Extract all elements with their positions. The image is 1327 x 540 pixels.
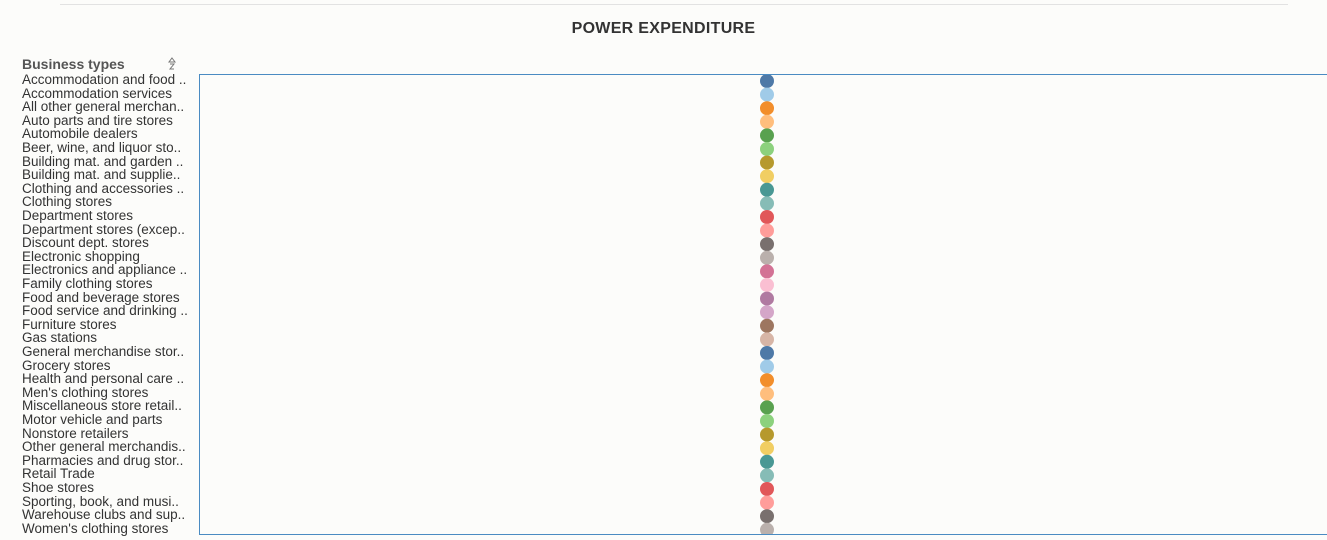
row-label[interactable]: Sporting, book, and musi.. [22,495,198,509]
row-label[interactable]: Retail Trade [22,467,198,481]
data-point[interactable] [760,495,774,510]
row-label[interactable]: Grocery stores [22,359,198,373]
data-point[interactable] [760,454,774,469]
data-point[interactable] [760,182,774,197]
data-point[interactable] [760,318,774,333]
row-label[interactable]: Department stores (excep.. [22,223,198,237]
plot-area [199,74,1327,535]
row-label[interactable]: General merchandise stor.. [22,345,198,359]
row-label[interactable]: Food and beverage stores [22,291,198,305]
data-point[interactable] [760,250,774,265]
data-point[interactable] [760,264,774,279]
data-point[interactable] [760,196,774,211]
row-header-business-types[interactable]: Business types [22,56,125,72]
row-label[interactable]: Men's clothing stores [22,386,198,400]
row-label[interactable]: Building mat. and supplie.. [22,168,198,182]
data-point[interactable] [760,210,774,224]
row-label[interactable]: Department stores [22,209,198,223]
chart-title: POWER EXPENDITURE [571,20,756,37]
data-point[interactable] [760,114,774,129]
row-label[interactable]: Nonstore retailers [22,427,198,441]
row-label[interactable]: Motor vehicle and parts [22,413,198,427]
row-label[interactable]: Food service and drinking .. [22,304,198,318]
data-point[interactable] [760,291,774,306]
row-label[interactable]: Accommodation and food .. [22,73,198,87]
top-divider [60,4,1288,5]
row-label[interactable]: Shoe stores [22,481,198,495]
row-label[interactable]: Pharmacies and drug stor.. [22,454,198,468]
row-label[interactable]: Electronics and appliance .. [22,263,198,277]
data-point[interactable] [760,305,774,320]
data-point[interactable] [760,237,774,252]
row-label[interactable]: Women's clothing stores [22,522,198,536]
data-point[interactable] [760,346,774,360]
data-point[interactable] [760,427,774,442]
data-point[interactable] [760,373,774,388]
data-point[interactable] [760,142,774,156]
data-point[interactable] [760,414,774,428]
row-label[interactable]: Warehouse clubs and sup.. [22,508,198,522]
row-label[interactable]: Health and personal care .. [22,372,198,386]
data-point[interactable] [760,522,774,534]
row-label[interactable]: Other general merchandis.. [22,440,198,454]
row-label[interactable]: Electronic shopping [22,250,198,264]
data-point[interactable] [760,101,774,116]
row-label[interactable]: Auto parts and tire stores [22,114,198,128]
row-label[interactable]: Accommodation services [22,87,198,101]
data-point[interactable] [760,468,774,483]
data-point[interactable] [760,278,774,292]
data-point[interactable] [760,128,774,143]
data-point[interactable] [760,332,774,347]
data-point[interactable] [760,386,774,401]
data-point[interactable] [760,155,774,170]
row-label[interactable]: Clothing and accessories .. [22,182,198,196]
dot-plot [760,75,774,534]
data-point[interactable] [760,87,774,102]
data-point[interactable] [760,75,774,88]
data-point[interactable] [760,400,774,415]
row-label[interactable]: Automobile dealers [22,127,198,141]
row-label[interactable]: Discount dept. stores [22,236,198,250]
data-point[interactable] [760,482,774,496]
row-label[interactable]: Gas stations [22,331,198,345]
row-label[interactable]: Furniture stores [22,318,198,332]
row-label[interactable]: Clothing stores [22,195,198,209]
row-label[interactable]: Family clothing stores [22,277,198,291]
data-point[interactable] [760,359,774,374]
row-label[interactable]: Building mat. and garden .. [22,155,198,169]
row-label[interactable]: Beer, wine, and liquor sto.. [22,141,198,155]
sort-icon[interactable] [168,57,176,71]
row-label[interactable]: All other general merchan.. [22,100,198,114]
data-point[interactable] [760,441,774,456]
row-label[interactable]: Miscellaneous store retail.. [22,399,198,413]
data-point[interactable] [760,223,774,238]
data-point[interactable] [760,169,774,184]
data-point[interactable] [760,509,774,524]
